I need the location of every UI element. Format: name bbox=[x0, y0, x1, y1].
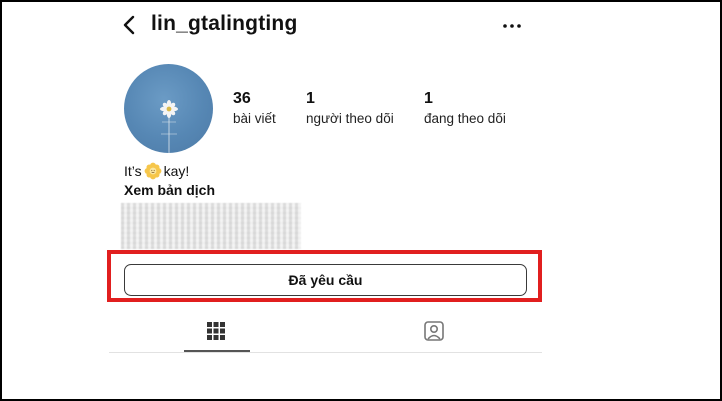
back-arrow-icon bbox=[123, 15, 135, 35]
avatar[interactable] bbox=[124, 64, 213, 153]
bio-text-end: kay! bbox=[163, 163, 190, 179]
stat-followers-label: người theo dõi bbox=[306, 111, 394, 126]
back-button[interactable] bbox=[119, 14, 141, 36]
blurred-bio-content bbox=[121, 203, 301, 249]
avatar-flower-image bbox=[160, 100, 178, 153]
stat-following-count: 1 bbox=[424, 90, 433, 107]
tagged-icon bbox=[424, 321, 444, 341]
flower-emoji-icon bbox=[144, 162, 162, 180]
stat-following[interactable]: 1 đang theo dõi bbox=[424, 90, 506, 128]
profile-username: lin_gtalingting bbox=[151, 12, 298, 35]
screenshot-frame: lin_gtalingting 36 bài viết 1 người theo… bbox=[0, 0, 722, 401]
more-options-button[interactable] bbox=[501, 16, 523, 36]
profile-bio: It’s kay! bbox=[124, 162, 189, 180]
red-highlight-box bbox=[107, 250, 542, 302]
bio-text-start: It’s bbox=[124, 163, 142, 179]
grid-icon bbox=[207, 322, 225, 340]
stat-following-label: đang theo dõi bbox=[424, 111, 506, 126]
profile-header: lin_gtalingting bbox=[109, 10, 542, 40]
stat-followers[interactable]: 1 người theo dõi bbox=[306, 90, 394, 128]
tab-divider bbox=[109, 352, 542, 353]
tab-posts-grid[interactable] bbox=[196, 316, 236, 350]
see-translation-link[interactable]: Xem bản dịch bbox=[124, 182, 215, 198]
stat-posts[interactable]: 36 bài viết bbox=[233, 90, 276, 128]
tab-tagged[interactable] bbox=[414, 316, 454, 350]
profile-panel: lin_gtalingting 36 bài viết 1 người theo… bbox=[109, 2, 542, 399]
stat-followers-count: 1 bbox=[306, 90, 315, 107]
stat-posts-label: bài viết bbox=[233, 111, 276, 126]
more-options-icon bbox=[503, 24, 521, 28]
stat-posts-count: 36 bbox=[233, 90, 251, 107]
